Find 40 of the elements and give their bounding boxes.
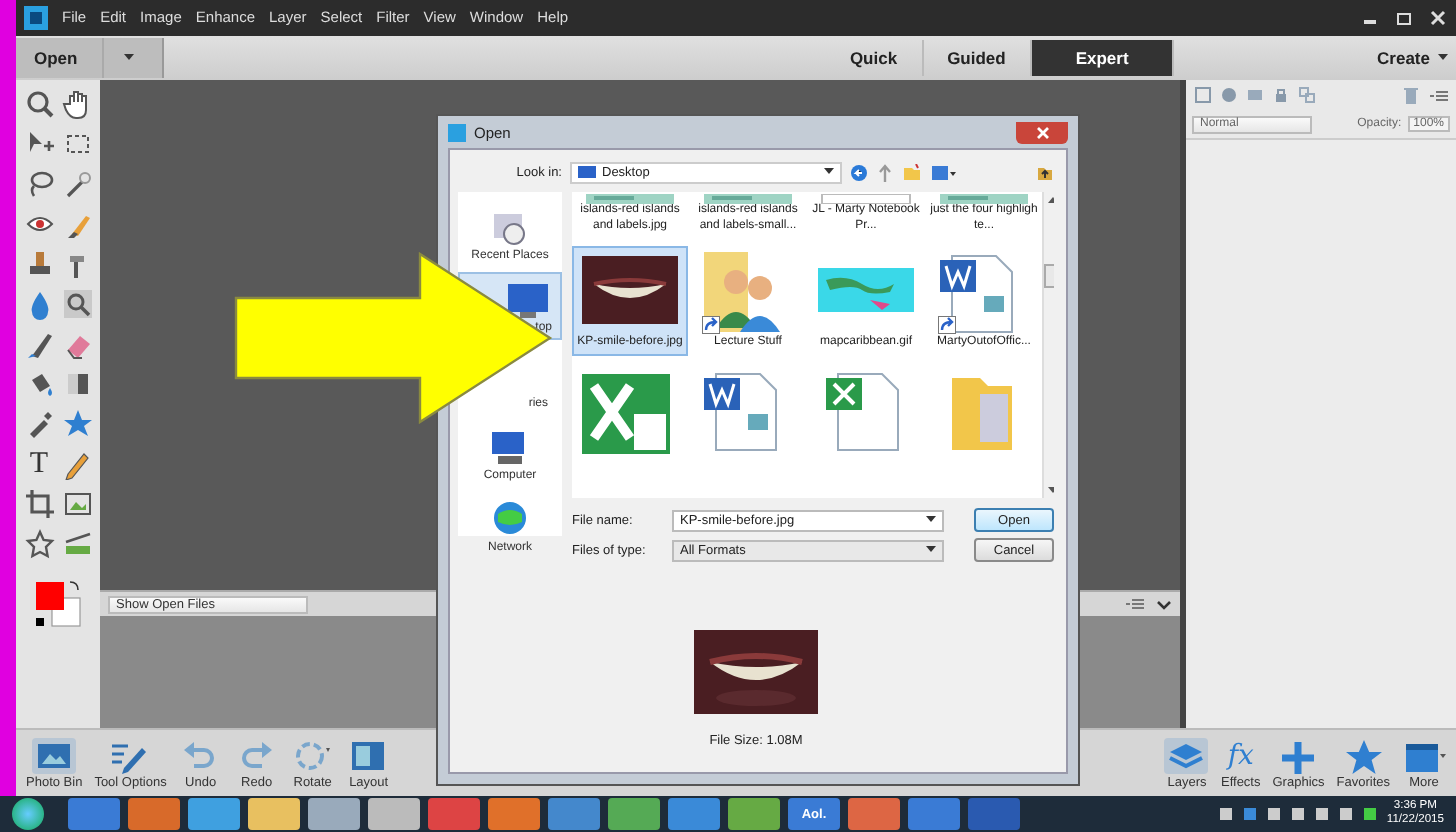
color-swatches-icon[interactable]: [32, 577, 84, 630]
recompose-icon[interactable]: [61, 488, 93, 521]
caret-icon: [926, 546, 936, 554]
app-logo-icon: [24, 5, 48, 30]
dialog-app-icon: [448, 123, 466, 141]
create-button[interactable]: Create: [1377, 47, 1438, 68]
back-icon[interactable]: [850, 163, 868, 181]
photo-bin-icon: [32, 737, 77, 774]
menu-icon[interactable]: [1428, 87, 1448, 104]
mode-tab[interactable]: Expert: [1031, 39, 1175, 76]
close-icon[interactable]: [1428, 7, 1448, 28]
open-button[interactable]: Open: [16, 37, 164, 78]
caret-icon: [824, 168, 834, 176]
folder-up-icon[interactable]: [1036, 163, 1054, 181]
restore-icon[interactable]: [1394, 7, 1414, 28]
close-icon: [1035, 125, 1049, 139]
desktop-icon: [578, 165, 596, 179]
pencil-icon[interactable]: [61, 448, 93, 481]
menu-icon[interactable]: [1124, 596, 1144, 613]
search-icon[interactable]: [23, 88, 55, 121]
rotate-icon: [290, 737, 335, 774]
type-tool[interactable]: T: [29, 445, 49, 484]
star-icon[interactable]: [61, 408, 93, 441]
favorites-icon: [1341, 737, 1386, 774]
desktop-icon: [504, 278, 552, 322]
caret-icon: [1438, 53, 1448, 62]
mode-tab[interactable]: Quick: [825, 39, 924, 76]
cookie-cutter-icon[interactable]: [23, 528, 55, 561]
hand-icon[interactable]: [61, 88, 93, 121]
caret-icon: [926, 516, 936, 524]
search-icon[interactable]: [61, 288, 93, 321]
view-menu-icon[interactable]: [930, 163, 956, 181]
layers-icon: [1164, 737, 1209, 774]
brush-icon[interactable]: [23, 328, 55, 361]
crop-icon[interactable]: [23, 488, 55, 521]
start-button[interactable]: [12, 798, 44, 830]
caret-icon: [124, 53, 135, 62]
close-button[interactable]: [1016, 121, 1068, 143]
chevron-icon[interactable]: [1156, 596, 1172, 613]
wand-icon[interactable]: [61, 168, 93, 201]
